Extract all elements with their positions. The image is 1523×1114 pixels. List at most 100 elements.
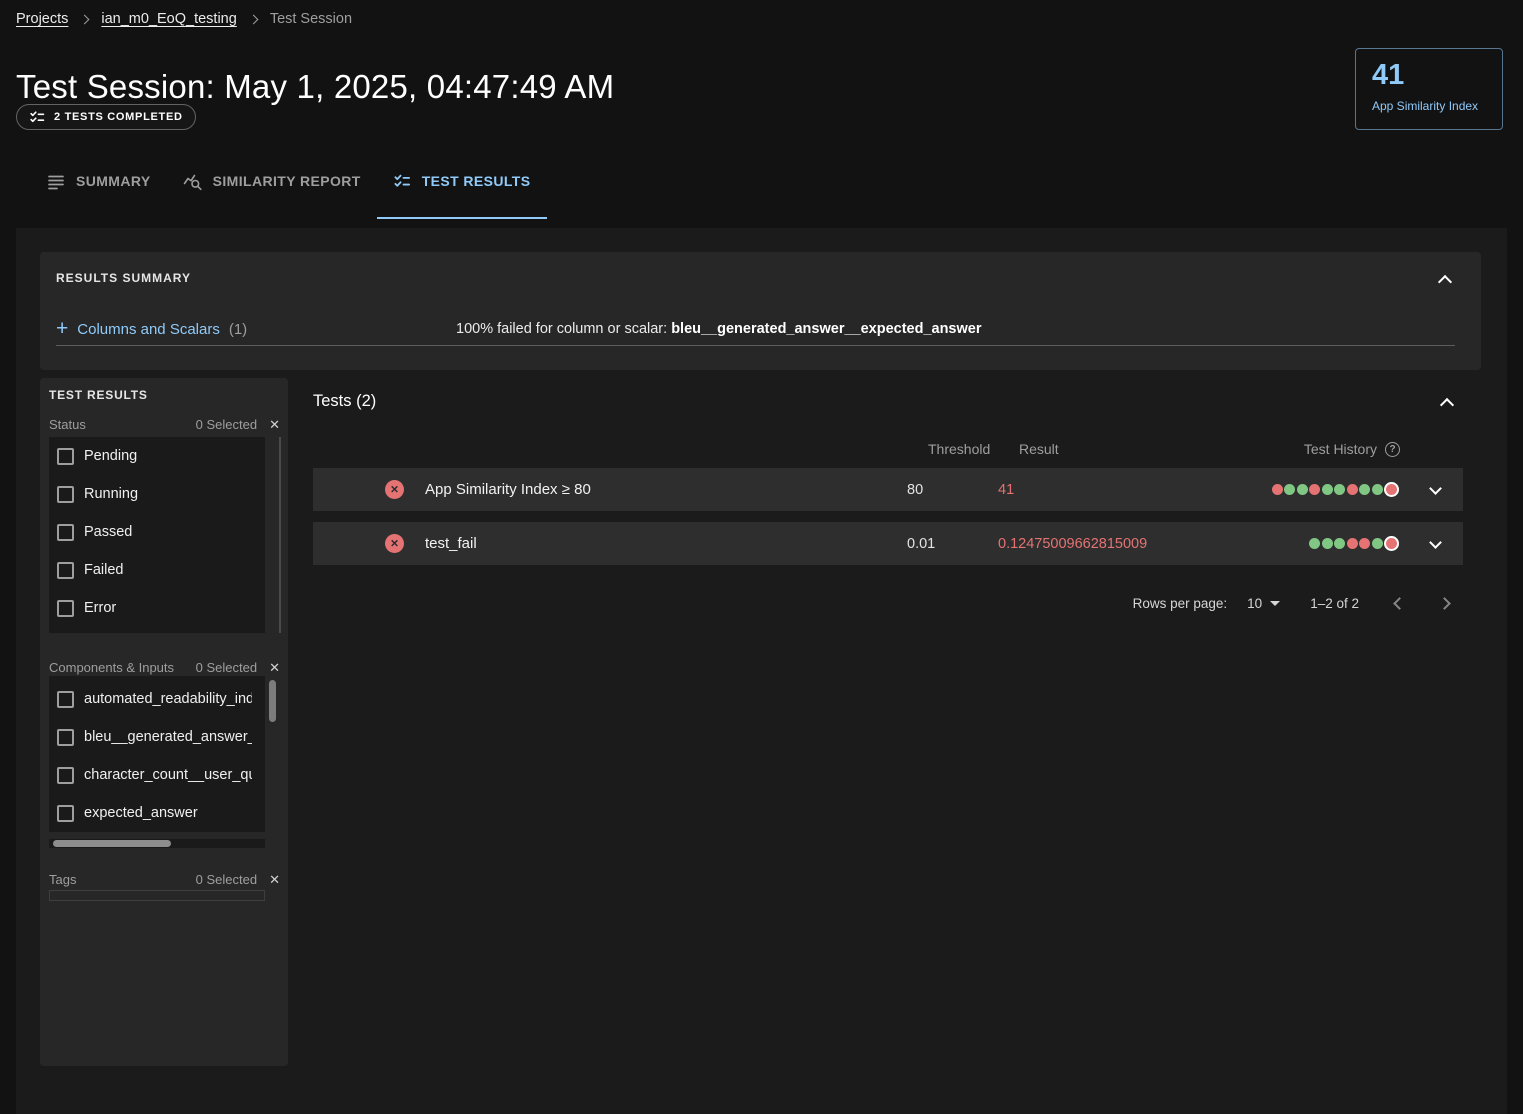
checkbox[interactable] xyxy=(57,729,74,746)
history-dot xyxy=(1322,484,1333,495)
history-dot xyxy=(1372,484,1383,495)
expand-row-button[interactable] xyxy=(1422,477,1448,503)
chevron-up-icon xyxy=(1440,398,1454,412)
test-history-dots xyxy=(1258,484,1407,495)
tags-selected-count: 0 Selected xyxy=(196,872,257,887)
test-threshold: 80 xyxy=(907,482,998,498)
status-option-label: Error xyxy=(84,600,252,616)
history-dot xyxy=(1386,484,1397,495)
components-list-vertical-scrollbar[interactable] xyxy=(269,680,276,722)
history-dot xyxy=(1284,484,1295,495)
rows-per-page-select[interactable]: 10 xyxy=(1247,596,1280,611)
tags-filter-header: Tags 0 Selected xyxy=(49,870,280,888)
tests-section: Tests (2) Threshold Result Test History … xyxy=(313,378,1463,798)
status-option-label: Passed xyxy=(84,524,252,540)
history-dot xyxy=(1347,484,1358,495)
components-clear-icon[interactable] xyxy=(269,661,280,674)
results-summary-row: + Columns and Scalars (1) 100% failed fo… xyxy=(56,313,1455,346)
table-row[interactable]: test_fail 0.01 0.12475009662815009 xyxy=(313,522,1463,565)
history-dot xyxy=(1372,538,1383,549)
similarity-score-value: 41 xyxy=(1372,58,1486,93)
expand-row-button[interactable] xyxy=(1422,531,1448,557)
chevron-down-icon xyxy=(1429,536,1442,549)
results-summary-panel: RESULTS SUMMARY + Columns and Scalars (1… xyxy=(40,252,1481,370)
components-filter-label: Components & Inputs xyxy=(49,660,196,675)
test-history-dots xyxy=(1258,538,1407,549)
plus-icon: + xyxy=(56,318,68,339)
checkbox[interactable] xyxy=(57,562,74,579)
components-filter-option[interactable]: bleu__generated_answer__exp xyxy=(49,718,265,756)
components-option-label: expected_answer xyxy=(84,805,252,821)
tab-similarity-report[interactable]: SIMILARITY REPORT xyxy=(167,161,377,219)
checkbox[interactable] xyxy=(57,524,74,541)
checkbox[interactable] xyxy=(57,600,74,617)
history-dot xyxy=(1309,484,1320,495)
tab-test-results[interactable]: TEST RESULTS xyxy=(377,161,547,219)
previous-page-button[interactable] xyxy=(1385,590,1411,616)
checkbox[interactable] xyxy=(57,486,74,503)
chevron-left-icon xyxy=(1393,597,1406,610)
components-filter-option[interactable]: automated_readability_index_ xyxy=(49,680,265,718)
table-row[interactable]: App Similarity Index ≥ 80 80 41 xyxy=(313,468,1463,511)
results-summary-collapse-button[interactable] xyxy=(1431,266,1459,294)
components-list-horizontal-scrollbar[interactable] xyxy=(53,840,171,847)
failure-message: 100% failed for column or scalar: bleu__… xyxy=(456,321,982,337)
tests-title: Tests (2) xyxy=(313,392,376,411)
status-filter-option[interactable]: Error xyxy=(49,589,265,627)
history-dot xyxy=(1297,484,1308,495)
columns-and-scalars-link[interactable]: + Columns and Scalars (1) xyxy=(56,320,247,339)
tab-similarity-report-label: SIMILARITY REPORT xyxy=(213,173,361,189)
components-filter-option[interactable]: expected_answer xyxy=(49,794,265,832)
history-dot xyxy=(1347,538,1358,549)
breadcrumb-project-link[interactable]: ian_m0_EoQ_testing xyxy=(101,11,236,27)
tab-test-results-label: TEST RESULTS xyxy=(422,173,531,189)
failed-status-icon xyxy=(385,534,404,553)
checkbox[interactable] xyxy=(57,448,74,465)
test-name: test_fail xyxy=(425,535,907,552)
checkbox[interactable] xyxy=(57,767,74,784)
column-header-threshold: Threshold xyxy=(928,441,990,457)
help-icon[interactable] xyxy=(1385,442,1400,457)
status-clear-icon[interactable] xyxy=(269,418,280,431)
test-name: App Similarity Index ≥ 80 xyxy=(425,481,907,498)
components-option-label: bleu__generated_answer__exp xyxy=(84,729,252,745)
next-page-button[interactable] xyxy=(1433,590,1459,616)
tab-summary[interactable]: SUMMARY xyxy=(30,161,167,219)
test-history-label: Test History xyxy=(1304,441,1377,457)
app-similarity-index-card: 41 App Similarity Index xyxy=(1355,48,1503,130)
chevron-right-icon xyxy=(248,14,258,24)
test-result: 0.12475009662815009 xyxy=(998,536,1258,552)
history-dot xyxy=(1334,538,1345,549)
tests-collapse-button[interactable] xyxy=(1433,389,1461,417)
checkbox[interactable] xyxy=(57,805,74,822)
failure-message-prefix: 100% failed for column or scalar: xyxy=(456,321,671,337)
components-filter-header: Components & Inputs 0 Selected xyxy=(49,658,280,676)
status-option-label: Failed xyxy=(84,562,252,578)
components-option-label: automated_readability_index_ xyxy=(84,691,252,707)
tags-clear-icon[interactable] xyxy=(269,873,280,886)
checklist-icon xyxy=(29,109,46,126)
pagination-range: 1–2 of 2 xyxy=(1310,596,1359,611)
history-dot xyxy=(1309,538,1320,549)
status-filter-option[interactable]: Passed xyxy=(49,513,265,551)
status-filter-option[interactable]: Pending xyxy=(49,437,265,475)
checklist-icon xyxy=(393,172,412,191)
breadcrumb-projects-link[interactable]: Projects xyxy=(16,11,68,27)
breadcrumb: Projects ian_m0_EoQ_testing Test Session xyxy=(16,11,352,27)
tests-completed-badge: 2 TESTS COMPLETED xyxy=(16,104,196,130)
checkbox[interactable] xyxy=(57,691,74,708)
columns-and-scalars-label: Columns and Scalars xyxy=(77,321,220,338)
failed-status-icon xyxy=(385,480,404,499)
history-dot xyxy=(1386,538,1397,549)
history-dot xyxy=(1334,484,1345,495)
columns-and-scalars-count: (1) xyxy=(229,321,247,338)
status-list-scrollbar[interactable] xyxy=(279,437,281,633)
components-filter-option[interactable]: character_count__user_quest xyxy=(49,756,265,794)
status-selected-count: 0 Selected xyxy=(196,417,257,432)
status-filter-option[interactable]: Running xyxy=(49,475,265,513)
status-filter-option[interactable]: Failed xyxy=(49,551,265,589)
tests-completed-label: 2 TESTS COMPLETED xyxy=(54,111,183,123)
similarity-score-label: App Similarity Index xyxy=(1372,99,1486,113)
failure-message-target: bleu__generated_answer__expected_answer xyxy=(671,321,981,337)
tags-filter-list-empty xyxy=(49,890,265,901)
